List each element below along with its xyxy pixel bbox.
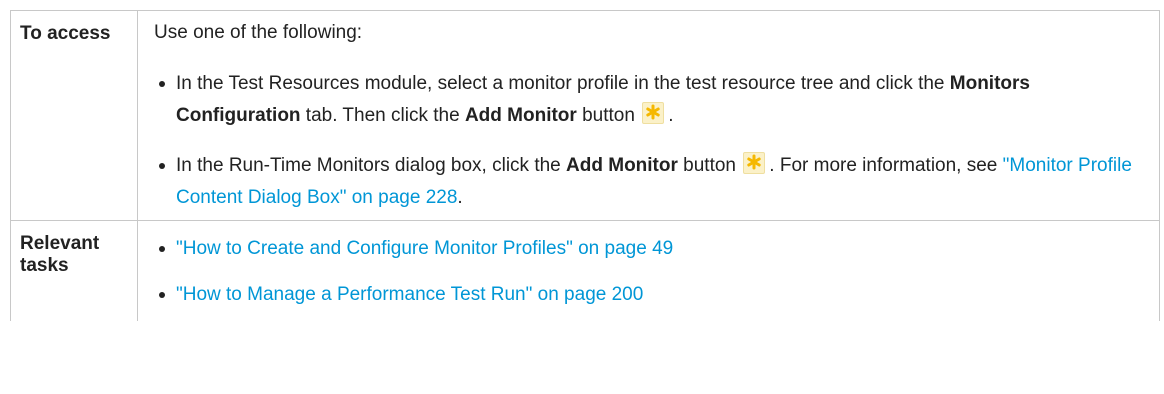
to-access-row: To access Use one of the following: In t…	[10, 10, 1160, 221]
add-monitor-button-name: Add Monitor	[464, 105, 577, 126]
list-item: In the Test Resources module, select a m…	[154, 68, 1149, 132]
relevant-tasks-content: "How to Create and Configure Monitor Pro…	[137, 220, 1160, 321]
access-list: In the Test Resources module, select a m…	[154, 68, 1149, 214]
add-monitor-asterisk-icon	[642, 102, 665, 124]
tasks-list: "How to Create and Configure Monitor Pro…	[154, 233, 1149, 311]
intro-text: Use one of the following:	[154, 22, 363, 43]
relevant-tasks-row: Relevant tasks "How to Create and Config…	[10, 220, 1160, 321]
add-monitor-button-name: Add Monitor	[566, 155, 678, 176]
relevant-tasks-label: Relevant tasks	[10, 220, 138, 321]
reference-table: To access Use one of the following: In t…	[10, 10, 1160, 321]
to-access-content: Use one of the following: In the Test Re…	[137, 10, 1160, 221]
list-item: "How to Create and Configure Monitor Pro…	[154, 233, 1149, 265]
manage-performance-test-run-link[interactable]: "How to Manage a Performance Test Run" o…	[176, 284, 643, 305]
add-monitor-asterisk-icon	[743, 152, 766, 174]
list-item: In the Run-Time Monitors dialog box, cli…	[154, 150, 1149, 214]
to-access-label: To access	[10, 10, 138, 221]
list-item: "How to Manage a Performance Test Run" o…	[154, 279, 1149, 311]
create-configure-monitor-profiles-link[interactable]: "How to Create and Configure Monitor Pro…	[176, 238, 673, 259]
